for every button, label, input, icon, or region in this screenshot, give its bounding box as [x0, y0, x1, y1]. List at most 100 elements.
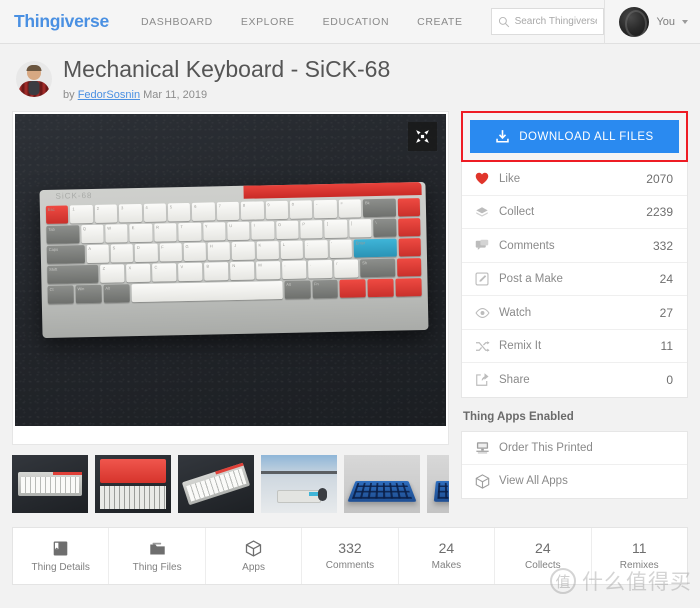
tab-count: 11 — [631, 540, 647, 557]
thingiverse-logo[interactable]: Thingiverse — [14, 11, 109, 32]
key: 3 — [118, 204, 142, 223]
thumbnail-keyboard-angled[interactable] — [178, 455, 254, 514]
sidebar-column: DOWNLOAD ALL FILES Like 2070 Collect 223… — [461, 111, 688, 499]
key: C — [152, 263, 177, 283]
thumb-art-plate — [347, 481, 417, 503]
key: N — [230, 262, 255, 281]
thumbnail-red-plates[interactable] — [95, 455, 171, 514]
key: V — [178, 263, 203, 282]
heart-icon — [475, 172, 499, 185]
key: L — [280, 240, 304, 260]
tab-thing-details[interactable]: Thing Details — [13, 528, 110, 585]
key: \ — [373, 219, 397, 238]
key: 5 — [167, 203, 191, 222]
key: . — [308, 260, 333, 279]
key: R — [153, 223, 177, 243]
cube-icon — [245, 540, 262, 557]
tab-label: Apps — [242, 561, 265, 573]
search-input[interactable] — [514, 16, 598, 27]
main-image-card: SiCK-68 Esc 12 34 56 78 90 - = Bk Tab Q … — [12, 111, 449, 446]
stat-value: 11 — [660, 339, 673, 354]
user-avatar[interactable] — [619, 6, 650, 37]
key: Q — [80, 225, 104, 244]
tab-makes[interactable]: 24 Makes — [399, 528, 496, 585]
app-row-view-all-apps[interactable]: View All Apps — [462, 465, 687, 498]
stats-panel: Like 2070 Collect 2239 Comments 332 Post… — [461, 162, 688, 398]
key — [339, 279, 367, 299]
key: 8 — [240, 201, 264, 221]
stat-value: 27 — [659, 305, 673, 320]
key: K — [256, 241, 280, 260]
key: ' — [329, 239, 352, 259]
thumbnail-desk-setup[interactable] — [261, 455, 337, 514]
nav-link-dashboard[interactable]: DASHBOARD — [127, 16, 227, 28]
key: 6 — [192, 202, 215, 222]
stat-row-watch[interactable]: Watch 27 — [462, 296, 687, 330]
search-box[interactable] — [490, 8, 605, 35]
make-icon — [475, 272, 499, 286]
tab-apps[interactable]: Apps — [206, 528, 303, 585]
app-row-order-this-printed[interactable]: Order This Printed — [462, 432, 687, 465]
tab-thing-files[interactable]: Thing Files — [109, 528, 206, 585]
expand-image-button[interactable] — [408, 122, 437, 152]
key: G — [183, 243, 207, 262]
nav-link-explore[interactable]: EXPLORE — [227, 16, 309, 28]
page-content: Mechanical Keyboard - SiCK-68 by FedorSo… — [0, 44, 700, 514]
thumbnail-keyboard-top-dark[interactable] — [12, 455, 88, 514]
top-navigation-bar: Thingiverse DASHBOARD EXPLORE EDUCATION … — [0, 0, 700, 44]
chevron-down-icon — [682, 19, 688, 24]
thing-apps-panel: Order This Printed View All Apps — [461, 430, 688, 499]
stat-row-collect[interactable]: Collect 2239 — [462, 196, 687, 230]
keyboard-brand-text: SiCK-68 — [55, 191, 93, 202]
author-link[interactable]: FedorSosnin — [78, 89, 140, 101]
page-title: Mechanical Keyboard - SiCK-68 — [63, 56, 391, 82]
key: Caps — [46, 245, 85, 265]
keyboard-rows: Esc 12 34 56 78 90 - = Bk Tab Q W E R T … — [45, 198, 422, 307]
thumb-art-top — [100, 459, 166, 484]
key: - — [314, 200, 337, 219]
download-all-files-button[interactable]: DOWNLOAD ALL FILES — [470, 120, 679, 154]
nav-link-create[interactable]: CREATE — [403, 16, 476, 28]
stat-row-post-a-make[interactable]: Post a Make 24 — [462, 263, 687, 297]
printer-icon — [475, 441, 499, 454]
thing-title-block: Mechanical Keyboard - SiCK-68 by FedorSo… — [63, 56, 688, 101]
tab-label: Thing Files — [132, 561, 182, 573]
stat-label: Like — [499, 172, 521, 185]
tab-label: Thing Details — [31, 561, 90, 573]
page-root: Thingiverse DASHBOARD EXPLORE EDUCATION … — [0, 0, 700, 608]
key: U — [227, 222, 250, 241]
key: Y — [202, 222, 226, 242]
key: Win — [75, 285, 102, 304]
thumbnail-blue-print-plate-2[interactable] — [427, 455, 449, 514]
key — [397, 198, 421, 217]
nav-link-education[interactable]: EDUCATION — [309, 16, 403, 28]
stat-value: 24 — [659, 272, 673, 287]
key — [397, 218, 421, 237]
tab-remixes[interactable]: 11 Remixes — [592, 528, 687, 584]
thumbnail-strip[interactable] — [12, 455, 449, 514]
main-nav-links: DASHBOARD EXPLORE EDUCATION CREATE — [127, 16, 477, 28]
thing-apps-section-title: Thing Apps Enabled — [463, 410, 574, 423]
stat-row-remix-it[interactable]: Remix It 11 — [462, 330, 687, 364]
key: / — [334, 259, 359, 279]
app-label: Order This Printed — [499, 441, 593, 454]
user-menu-label: You — [656, 15, 675, 28]
tab-count: 24 — [438, 540, 455, 557]
book-icon — [52, 540, 69, 557]
stat-row-like[interactable]: Like 2070 — [462, 162, 687, 196]
main-product-image[interactable]: SiCK-68 Esc 12 34 56 78 90 - = Bk Tab Q … — [15, 114, 446, 427]
author-avatar[interactable] — [16, 61, 52, 97]
stat-row-comments[interactable]: Comments 332 — [462, 229, 687, 263]
user-menu[interactable]: You — [604, 0, 700, 44]
key: Fn — [312, 280, 339, 299]
tab-collects[interactable]: 24 Collects — [495, 528, 592, 585]
avatar-hair — [26, 65, 42, 71]
avatar-neck — [28, 81, 40, 95]
tab-label: Remixes — [619, 560, 659, 572]
stat-value: 0 — [666, 373, 673, 388]
stat-value: 2070 — [646, 171, 673, 186]
stat-row-share[interactable]: Share 0 — [462, 363, 687, 397]
key: [ — [324, 220, 348, 239]
thumbnail-blue-print-plate[interactable] — [344, 455, 420, 514]
tab-comments[interactable]: 332 Comments — [302, 528, 399, 585]
